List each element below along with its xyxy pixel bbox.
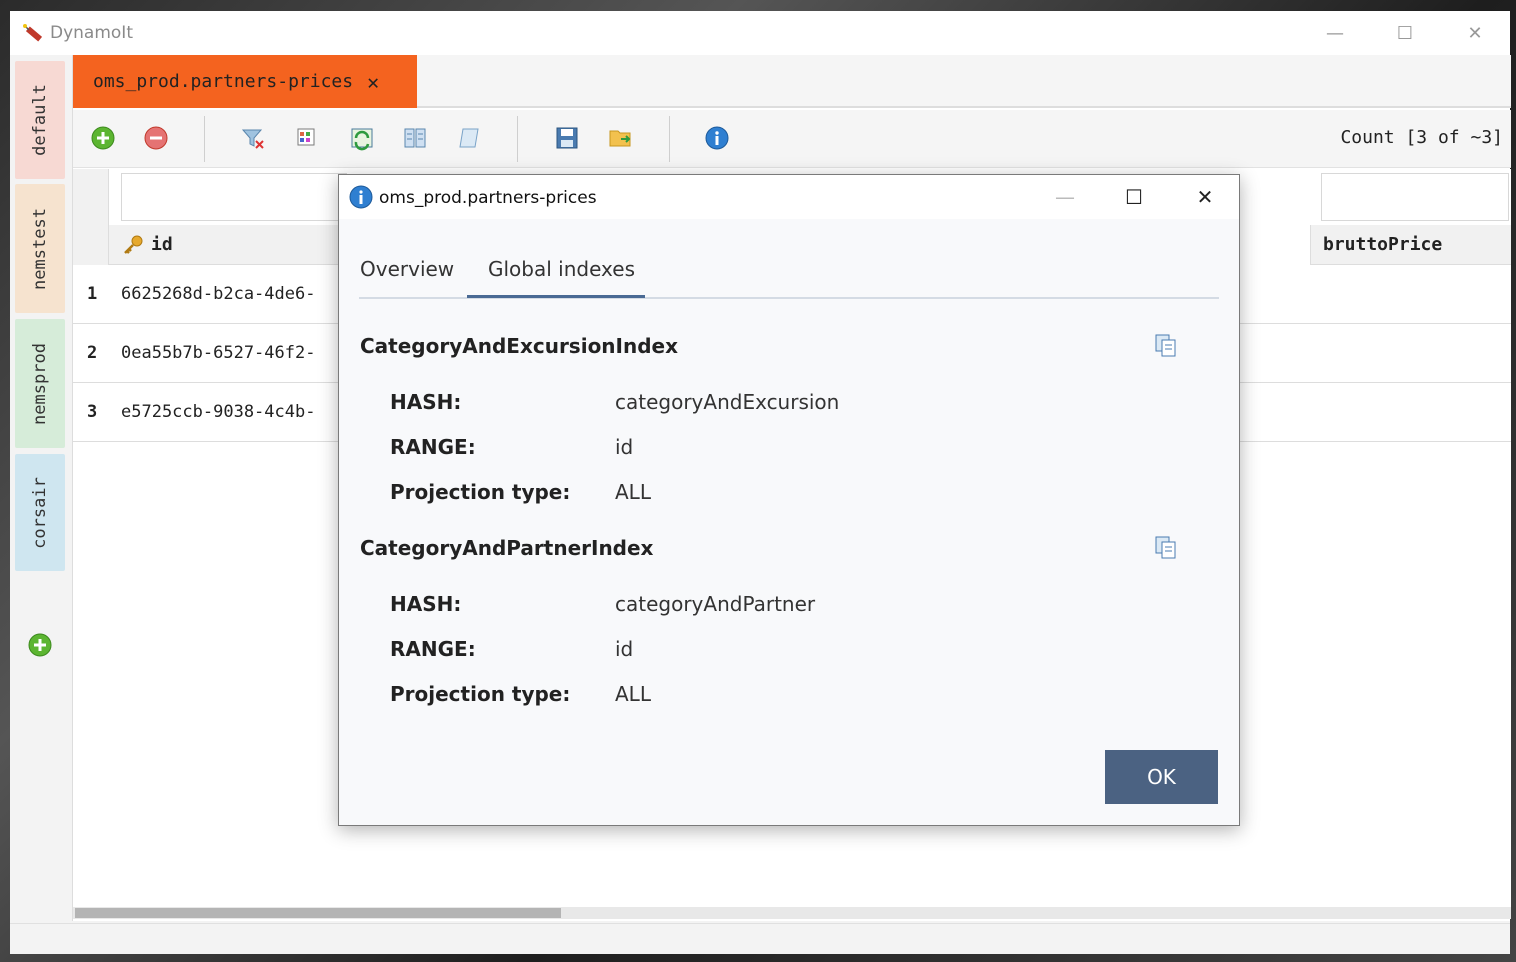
horizontal-scrollbar[interactable] [73,907,1511,919]
dynamite-icon [23,24,43,42]
row-id-cell[interactable]: 6625268d-b2ca-4de6- [121,284,315,304]
tab-overview[interactable]: Overview [360,257,454,281]
projection-value: ALL [615,480,651,504]
minimize-button[interactable]: — [1315,19,1355,47]
projection-value: ALL [615,682,651,706]
range-value: id [615,435,634,459]
dialog-title: oms_prod.partners-prices [379,188,597,208]
profile-sidebar: default nemstest nemsprod corsair [10,55,72,946]
row-number: 1 [87,284,98,304]
dialog-maximize-button[interactable]: ☐ [1114,183,1154,211]
delete-item-icon[interactable] [143,125,169,151]
range-label: RANGE: [390,637,476,661]
range-value: id [615,637,634,661]
profile-tab-default[interactable]: default [15,61,65,179]
hash-label: HASH: [390,390,462,414]
dialog-tabs: Overview Global indexes [359,219,1219,299]
filter-input-id[interactable] [121,173,347,221]
profile-tab-nemsprod[interactable]: nemsprod [15,319,65,448]
close-button[interactable]: ✕ [1455,19,1495,47]
profile-tab-label: nemsprod [30,342,51,425]
column-header-label: bruttoPrice [1323,234,1443,255]
dialog-minimize-button[interactable]: — [1045,183,1085,211]
hash-value: categoryAndExcursion [615,390,840,414]
status-bar [10,923,1510,954]
compare-icon[interactable] [402,125,428,151]
profile-tab-label: corsair [30,476,50,549]
row-number: 2 [87,343,98,363]
profile-tab-nemstest[interactable]: nemstest [15,184,65,313]
row-id-cell[interactable]: 0ea55b7b-6527-46f2- [121,343,315,363]
columns-icon[interactable] [294,125,320,151]
info-icon [349,185,373,209]
column-header-label: id [151,234,173,255]
open-folder-icon[interactable] [608,125,634,151]
toolbar: Count [3 of ~3] [73,110,1511,168]
key-icon [124,235,143,254]
projection-label: Projection type: [390,682,571,706]
profile-tab-corsair[interactable]: corsair [15,454,65,571]
toolbar-separator [517,116,518,162]
refresh-table-icon[interactable] [349,125,375,151]
row-number: 3 [87,402,98,422]
row-id-cell[interactable]: e5725ccb-9038-4c4b- [121,402,315,422]
hash-value: categoryAndPartner [615,592,816,616]
close-tab-icon[interactable]: ✕ [367,70,379,94]
tab-global-indexes[interactable]: Global indexes [488,257,635,281]
script-icon[interactable] [456,125,482,151]
copy-icon[interactable] [1153,332,1179,358]
add-item-icon[interactable] [90,125,116,151]
ok-button[interactable]: OK [1105,750,1218,804]
hash-label: HASH: [390,592,462,616]
item-count: Count [3 of ~3] [1340,127,1503,148]
table-tab-label: oms_prod.partners-prices [93,71,354,92]
maximize-button[interactable]: ☐ [1385,19,1425,47]
range-label: RANGE: [390,435,476,459]
add-profile-icon[interactable] [28,633,52,657]
toolbar-separator [669,116,670,162]
profile-tab-label: nemstest [30,207,51,290]
index-name: CategoryAndPartnerIndex [360,536,654,560]
dialog-close-button[interactable]: ✕ [1185,183,1225,211]
title-bar: DynamoIt — ☐ ✕ [10,11,1510,55]
dialog-title-bar: oms_prod.partners-prices — ☐ ✕ [339,175,1239,219]
scrollbar-thumb[interactable] [75,908,561,918]
table-info-dialog: oms_prod.partners-prices — ☐ ✕ Overview … [338,174,1240,826]
filter-input-bruttoprice[interactable] [1321,173,1509,221]
projection-label: Projection type: [390,480,571,504]
toolbar-separator [204,116,205,162]
index-name: CategoryAndExcursionIndex [360,334,679,358]
save-icon[interactable] [554,125,580,151]
row-gutter-header [73,169,109,265]
active-tab-indicator [467,295,645,298]
clear-filter-icon[interactable] [240,125,266,151]
copy-icon[interactable] [1153,534,1179,560]
column-header-bruttoprice[interactable]: bruttoPrice [1310,225,1511,265]
table-tab[interactable]: oms_prod.partners-prices ✕ [73,55,417,108]
info-icon[interactable] [704,125,730,151]
app-title: DynamoIt [50,23,133,43]
column-header-id[interactable]: id [109,225,349,265]
tab-strip: oms_prod.partners-prices ✕ [73,55,1511,108]
profile-tab-label: default [30,84,50,156]
